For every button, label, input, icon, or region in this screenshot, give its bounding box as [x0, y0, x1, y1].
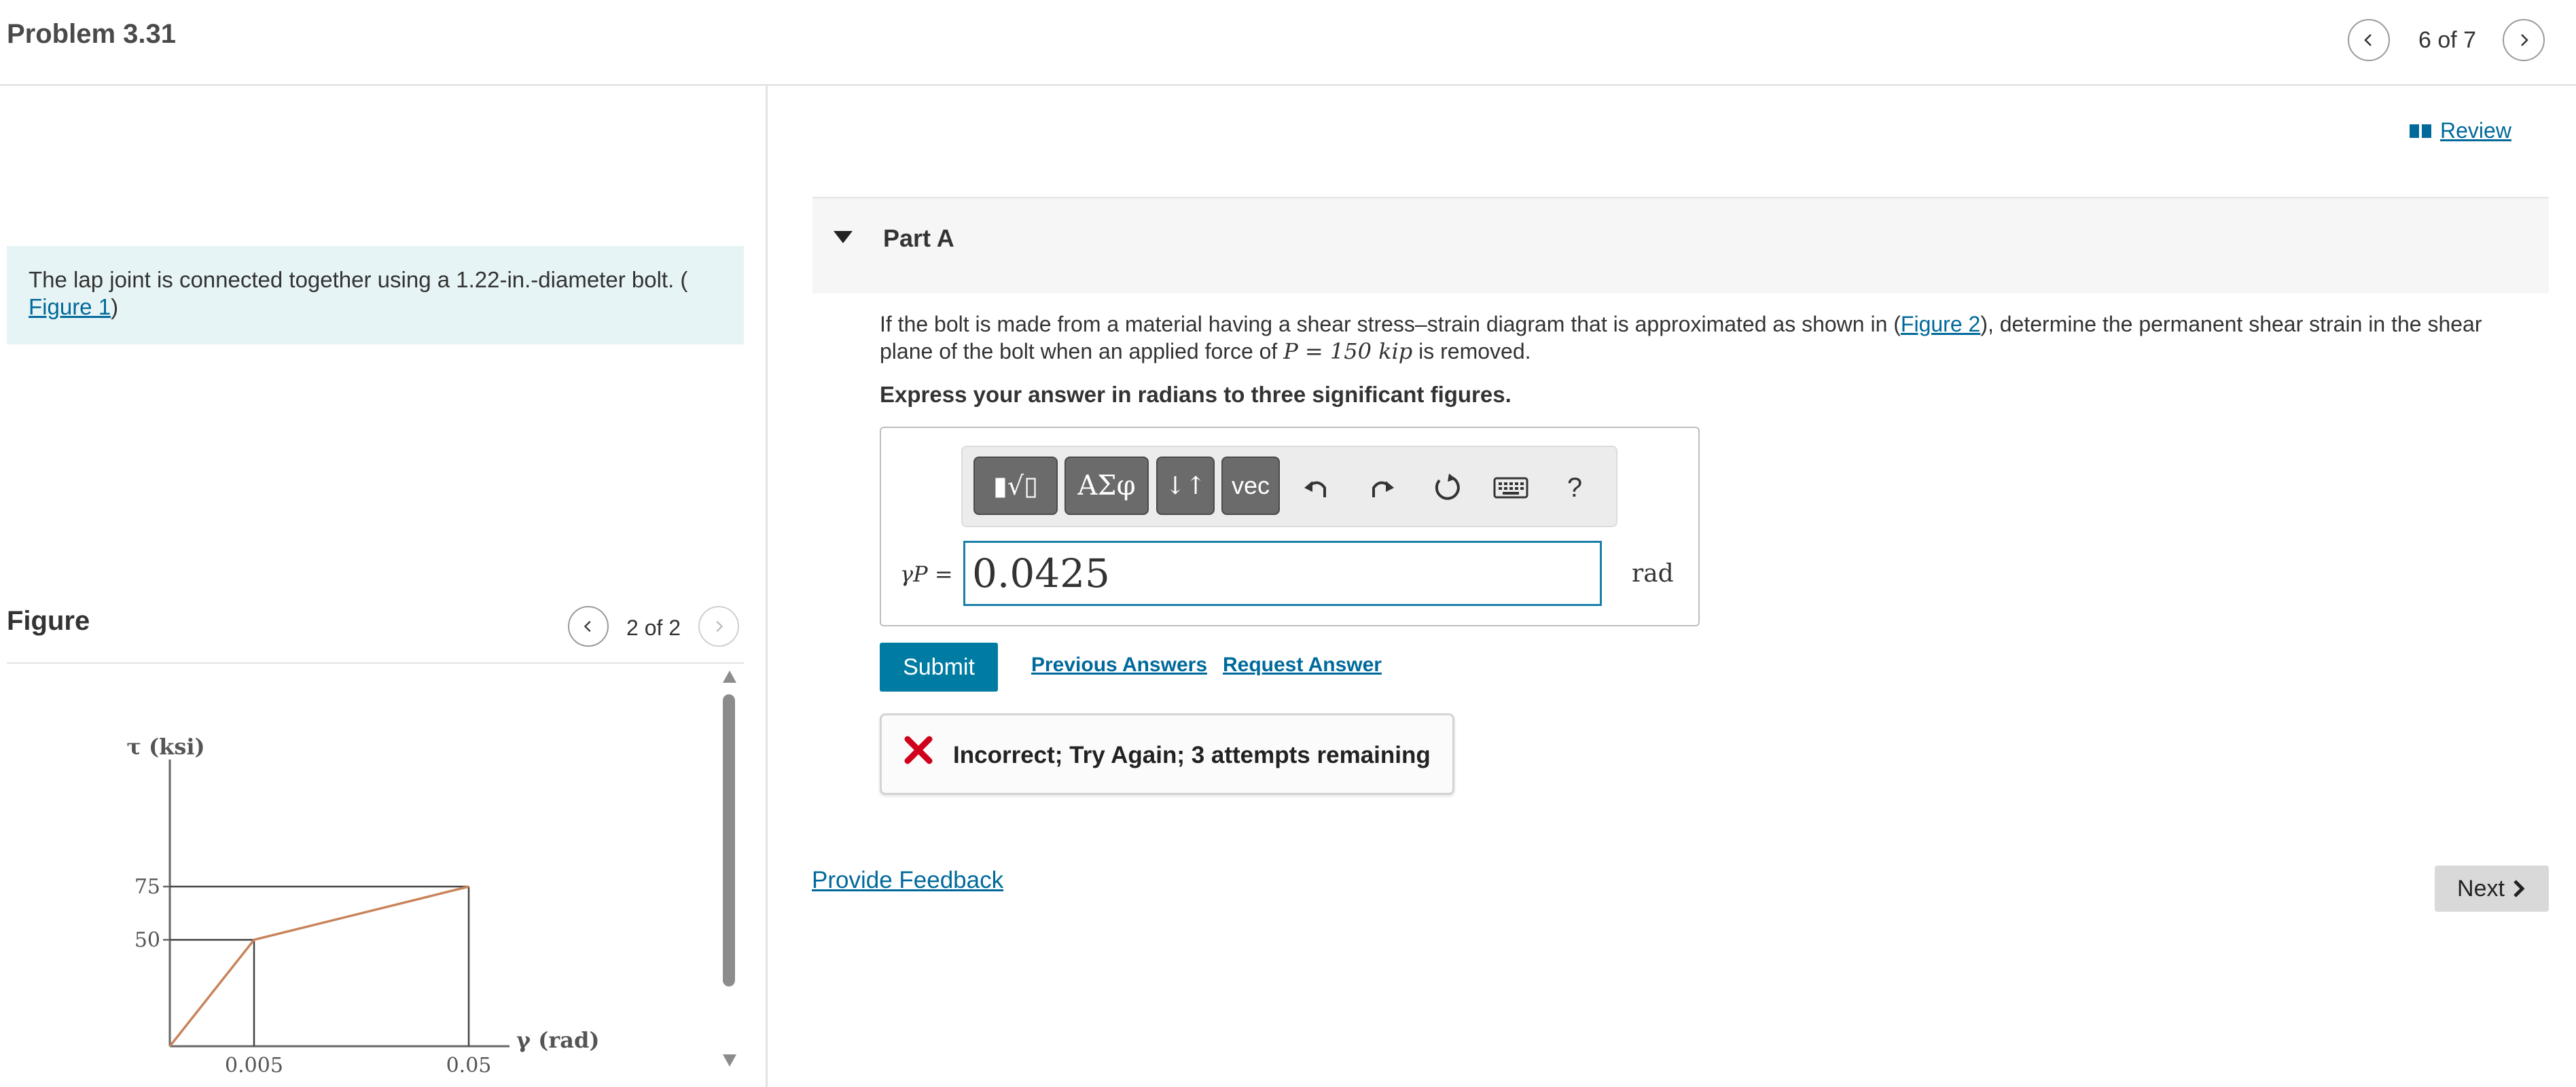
figure-counter: 2 of 2: [626, 616, 681, 640]
force-expression: P = 150 kip: [1283, 338, 1413, 364]
figure-heading: Figure: [7, 606, 90, 636]
vec-label: vec: [1231, 471, 1270, 499]
previous-answers-link[interactable]: Previous Answers: [1031, 654, 1207, 677]
request-answer-link[interactable]: Request Answer: [1223, 654, 1382, 677]
y-axis-label: τ (ksi): [126, 734, 204, 760]
x-tick-label: 0.005: [225, 1054, 283, 1077]
problem-title: Problem 3.31: [7, 19, 177, 49]
submit-button[interactable]: Submit: [880, 643, 998, 692]
answer-variable-label: γP =: [900, 561, 953, 587]
feedback-message: Incorrect; Try Again; 3 attempts remaini…: [953, 742, 1431, 768]
reset-icon: [1435, 474, 1460, 500]
undo-icon: [1304, 481, 1326, 497]
provide-feedback-link[interactable]: Provide Feedback: [812, 867, 1003, 894]
chevron-left-icon: [2364, 34, 2372, 46]
answer-unit: rad: [1632, 560, 1674, 588]
undo-button[interactable]: [1298, 469, 1336, 507]
scroll-up-icon[interactable]: [721, 669, 738, 684]
subscript-superscript-button[interactable]: ↓↑: [1156, 457, 1215, 515]
next-problem-button[interactable]: [2503, 19, 2545, 61]
problem-counter: 6 of 7: [2418, 27, 2477, 53]
greek-symbols-button[interactable]: ΑΣφ: [1065, 457, 1149, 515]
y-tick-label: 75: [135, 875, 160, 899]
question-text-start: If the bolt is made from a material havi…: [880, 312, 1901, 336]
part-a-header[interactable]: [812, 197, 2549, 293]
stress-strain-chart: 50 75 0.005 0.05 τ (ksi) γ (rad): [126, 734, 600, 1077]
chevron-right-icon: [2521, 34, 2528, 46]
next-button[interactable]: Next: [2435, 866, 2549, 912]
redo-icon: [1372, 481, 1394, 497]
figure-divider: [7, 662, 744, 664]
previous-problem-button[interactable]: [2348, 19, 2390, 61]
next-label: Next: [2457, 875, 2505, 902]
answer-instruction: Express your answer in radians to three …: [880, 382, 1511, 407]
intro-text: The lap joint is connected together usin…: [29, 267, 688, 292]
help-icon: ?: [1567, 472, 1583, 503]
next-figure-button[interactable]: [698, 606, 739, 647]
arrows-icon: ↓↑: [1164, 471, 1206, 500]
keyboard-icon: [1493, 477, 1528, 499]
x-tick-label: 0.05: [446, 1054, 492, 1077]
reset-button[interactable]: [1428, 469, 1466, 507]
pane-divider[interactable]: [766, 84, 768, 1087]
figure-2-link[interactable]: Figure 2: [1901, 312, 1980, 336]
incorrect-x-icon: [904, 736, 933, 764]
question-text-end: is removed.: [1412, 339, 1531, 363]
book-icon: [2410, 124, 2431, 138]
chevron-right-icon: [2514, 880, 2525, 897]
redo-button[interactable]: [1363, 469, 1401, 507]
collapse-caret-icon[interactable]: [833, 230, 853, 245]
stress-strain-curve: [168, 885, 469, 1048]
figure-scroll-thumb[interactable]: [723, 694, 735, 986]
y-tick-label: 50: [135, 928, 160, 952]
chevron-right-icon: [716, 620, 723, 632]
review-link[interactable]: Review: [2409, 118, 2511, 143]
templates-icon: ▮√▯: [992, 471, 1039, 501]
problem-intro: The lap joint is connected together usin…: [7, 246, 744, 344]
previous-figure-button[interactable]: [568, 606, 609, 647]
vector-button[interactable]: vec: [1221, 457, 1280, 515]
part-title: Part A: [883, 224, 954, 252]
chevron-left-icon: [584, 620, 591, 632]
question-text: If the bolt is made from a material havi…: [880, 310, 2537, 365]
help-button[interactable]: ?: [1556, 469, 1594, 507]
x-axis-label: γ (rad): [516, 1027, 600, 1053]
top-bar: [0, 0, 2576, 86]
greek-icon: ΑΣφ: [1077, 470, 1136, 501]
figure-1-link[interactable]: Figure 1: [29, 294, 111, 319]
scroll-down-icon[interactable]: [721, 1053, 738, 1068]
templates-button[interactable]: ▮√▯: [973, 457, 1058, 515]
intro-text-end: ): [111, 294, 119, 319]
answer-input[interactable]: [963, 541, 1602, 606]
review-label: Review: [2440, 118, 2511, 143]
keyboard-button[interactable]: [1490, 469, 1531, 507]
